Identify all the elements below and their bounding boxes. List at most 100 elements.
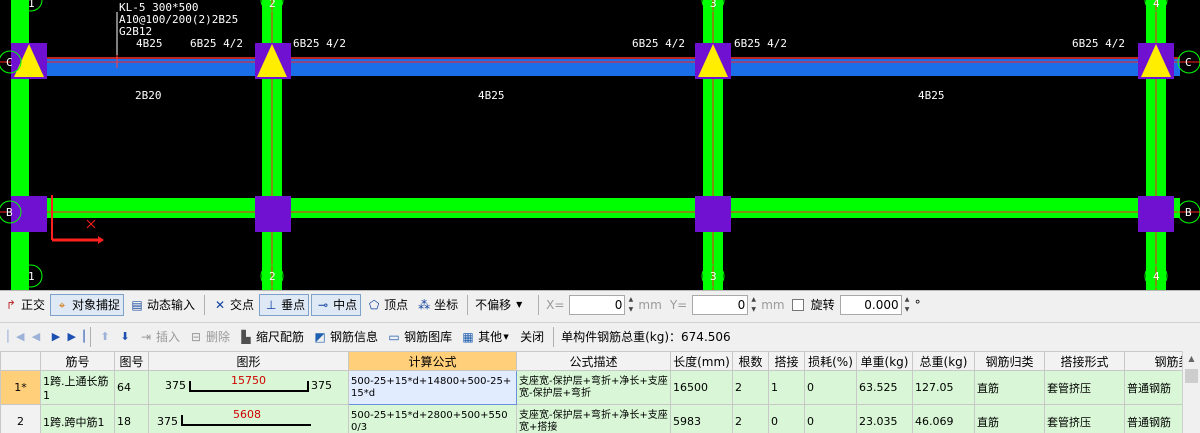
rebar-name-cell[interactable]: 1跨.跨中筋1 xyxy=(40,404,115,433)
up-arrow-icon: ▲ xyxy=(751,295,757,303)
rebar-info-button[interactable]: ◩ 钢筋信息 xyxy=(309,326,381,348)
rotate-stepper[interactable]: ▲ ▼ xyxy=(903,295,912,315)
y-coordinate-stepper[interactable]: ▲ ▼ xyxy=(749,295,758,315)
length-cell[interactable]: 5983 xyxy=(670,404,733,433)
column-header[interactable]: 公式描述 xyxy=(516,351,671,371)
row-number[interactable]: 2 xyxy=(0,404,41,433)
column-header[interactable]: 损耗(%) xyxy=(804,351,857,371)
delete-button[interactable]: ⊟ 删除 xyxy=(185,326,233,348)
loss-cell[interactable]: 0 xyxy=(804,404,857,433)
formula-description-cell[interactable]: 支座宽-保护层+弯折+净长+支座宽+搭接 xyxy=(516,404,671,433)
column-header[interactable]: 长度(mm) xyxy=(670,351,733,371)
column-b1[interactable] xyxy=(11,196,47,232)
ucs-x-arrow-icon xyxy=(98,236,104,244)
column-header[interactable]: 单重(kg) xyxy=(856,351,913,371)
intersection-snap-button[interactable]: ✕ 交点 xyxy=(209,294,257,316)
category-cell[interactable]: 直筋 xyxy=(974,404,1045,433)
vertex-snap-button[interactable]: ⬠ 顶点 xyxy=(363,294,411,316)
unit-weight-cell[interactable]: 23.035 xyxy=(856,404,913,433)
rebar-library-button[interactable]: ▭ 钢筋图库 xyxy=(383,326,455,348)
x-coordinate-value: 0 xyxy=(614,297,623,312)
column-b3[interactable] xyxy=(695,196,731,232)
toolbar-divider xyxy=(204,294,206,315)
insert-button[interactable]: ⇥ 插入 xyxy=(135,326,183,348)
close-button[interactable]: 关闭 xyxy=(517,326,547,348)
table-row[interactable]: 1* 1跨.上通长筋1 64 375 15750 375 500-25+15*d… xyxy=(0,370,1200,405)
other-menu-button[interactable]: ▦ 其他 ▼ xyxy=(457,326,515,348)
category-cell[interactable]: 直筋 xyxy=(974,370,1045,405)
shape-mid-dim: 5608 xyxy=(233,408,261,421)
column-b2[interactable] xyxy=(255,196,291,232)
shape-cell[interactable]: 375 5608 xyxy=(148,404,349,433)
formula-cell[interactable]: 500-25+15*d+2800+500+5500/3 xyxy=(348,404,517,433)
column-header[interactable]: 根数 xyxy=(732,351,769,371)
offset-mode-dropdown[interactable]: 不偏移 ▼ xyxy=(472,294,532,316)
snap-toolbar: ↱ 正交 ⌖ 对象捕捉 ▤ 动态输入 ✕ 交点 ⊥ 垂点 ⊸ 中点 ⬠ 顶点 ⁂… xyxy=(0,290,1200,318)
next-record-icon[interactable]: ▶ xyxy=(46,327,66,347)
figure-number-cell[interactable]: 64 xyxy=(114,370,149,405)
total-weight-cell[interactable]: 46.069 xyxy=(912,404,975,433)
unit-weight-cell[interactable]: 63.525 xyxy=(856,370,913,405)
rebar-name-cell[interactable]: 1跨.上通长筋1 xyxy=(40,370,115,405)
close-label: 关闭 xyxy=(520,330,545,344)
column-b4[interactable] xyxy=(1138,196,1174,232)
table-vertical-scrollbar[interactable]: ▲ xyxy=(1182,351,1200,433)
column-header[interactable]: 钢筋归类 xyxy=(974,351,1045,371)
x-coordinate-stepper[interactable]: ▲ ▼ xyxy=(626,295,635,315)
coordinate-snap-button[interactable]: ⁂ 坐标 xyxy=(413,294,461,316)
scale-rebar-button[interactable]: ▙ 缩尺配筋 xyxy=(235,326,307,348)
column-header[interactable]: 总重(kg) xyxy=(912,351,975,371)
degree-label: ° xyxy=(914,297,921,312)
total-weight-cell[interactable]: 127.05 xyxy=(912,370,975,405)
move-up-icon[interactable]: ⬆ xyxy=(95,327,115,347)
loss-cell[interactable]: 0 xyxy=(804,370,857,405)
formula-cell[interactable]: 500-25+15*d+14800+500-25+15*d xyxy=(348,370,517,405)
previous-record-icon[interactable]: ◀ xyxy=(26,327,46,347)
row-number[interactable]: 1* xyxy=(0,370,41,405)
formula-description-cell[interactable]: 支座宽-保护层+弯折+净长+支座宽-保护层+弯折 xyxy=(516,370,671,405)
toolbar-divider xyxy=(553,326,555,347)
axis-label-bottom-3: 3 xyxy=(710,270,717,283)
cad-drawing-canvas[interactable]: 1 2 3 4 1 2 3 4 C B C B KL-5 300*500 A10… xyxy=(0,0,1200,290)
row-number-header xyxy=(0,351,41,371)
beam-axis-b[interactable] xyxy=(20,198,1180,218)
first-record-icon[interactable]: ▏◀ xyxy=(6,327,26,347)
column-header[interactable]: 图号 xyxy=(114,351,149,371)
column-header[interactable]: 搭接形式 xyxy=(1044,351,1125,371)
table-row[interactable]: 2 1跨.跨中筋1 18 375 5608 500-25+15*d+2800+5… xyxy=(0,404,1200,433)
down-arrow-icon: ▼ xyxy=(628,305,634,313)
move-down-icon[interactable]: ⬇ xyxy=(115,327,135,347)
x-coordinate-input[interactable]: 0 xyxy=(569,294,626,315)
column-header[interactable]: 计算公式 xyxy=(348,351,517,371)
last-record-icon[interactable]: ▶▕ xyxy=(66,327,86,347)
shape-mid-dim: 15750 xyxy=(231,374,266,387)
axis-label-right-c: C xyxy=(1185,56,1192,69)
count-cell[interactable]: 2 xyxy=(732,370,769,405)
y-coordinate-input[interactable]: 0 xyxy=(692,294,749,315)
length-cell[interactable]: 16500 xyxy=(670,370,733,405)
rotate-checkbox[interactable] xyxy=(791,298,804,311)
lap-type-cell[interactable]: 套管挤压 xyxy=(1044,370,1125,405)
object-snap-button[interactable]: ⌖ 对象捕捉 xyxy=(50,293,125,316)
lap-cell[interactable]: 1 xyxy=(768,370,805,405)
axis-label-bottom-4: 4 xyxy=(1153,270,1160,283)
shape-cell[interactable]: 375 15750 375 xyxy=(148,370,349,405)
column-header[interactable]: 图形 xyxy=(148,351,349,371)
scrollbar-thumb[interactable] xyxy=(1185,369,1198,383)
column-header[interactable]: 搭接 xyxy=(768,351,805,371)
total-weight-display: 单构件钢筋总重(kg)：674.506 xyxy=(558,326,734,348)
scroll-up-icon[interactable]: ▲ xyxy=(1183,351,1200,367)
perpendicular-snap-button[interactable]: ⊥ 垂点 xyxy=(259,293,310,316)
count-cell[interactable]: 2 xyxy=(732,404,769,433)
column-header[interactable]: 筋号 xyxy=(40,351,115,371)
dynamic-input-button[interactable]: ▤ 动态输入 xyxy=(126,294,198,316)
figure-number-cell[interactable]: 18 xyxy=(114,404,149,433)
rebar-toolbar: ▏◀ ◀ ▶ ▶▕ ⬆ ⬇ ⇥ 插入 ⊟ 删除 ▙ 缩尺配筋 ◩ 钢筋信息 ▭ … xyxy=(0,322,1200,350)
coordinate-label: 坐标 xyxy=(434,298,459,312)
lap-type-cell[interactable]: 套管挤压 xyxy=(1044,404,1125,433)
midpoint-snap-button[interactable]: ⊸ 中点 xyxy=(311,293,362,316)
rebar-library-label: 钢筋图库 xyxy=(404,330,453,344)
rotate-input[interactable]: 0.000 xyxy=(839,294,902,315)
ortho-button[interactable]: ↱ 正交 xyxy=(0,294,48,316)
lap-cell[interactable]: 0 xyxy=(768,404,805,433)
